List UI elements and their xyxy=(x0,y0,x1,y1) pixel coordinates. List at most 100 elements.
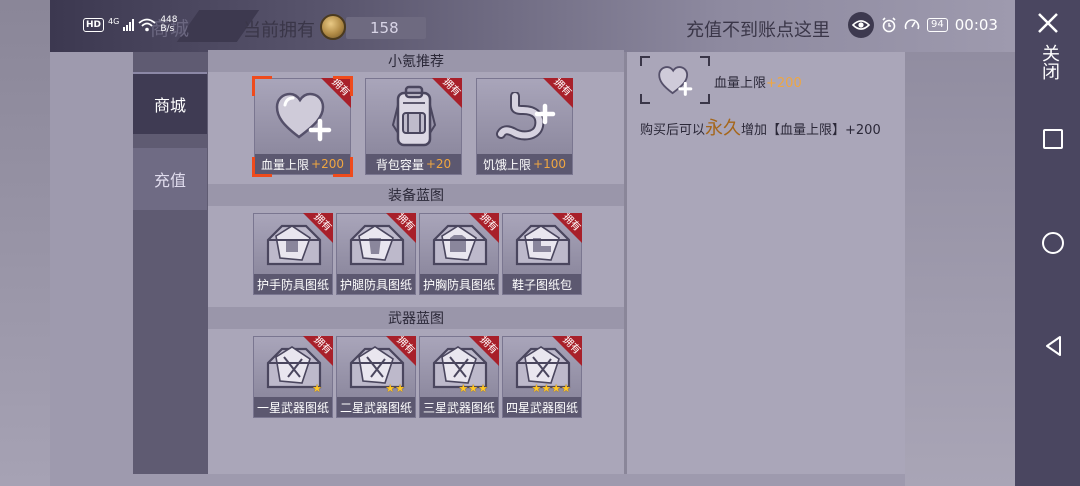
item-label: 鞋子图纸包 xyxy=(503,274,581,294)
star-icon: ★ xyxy=(551,382,562,395)
sidebar-item-recharge[interactable]: 充值 xyxy=(133,148,207,210)
item-label: 四星武器图纸 xyxy=(503,397,581,417)
shop-item-backpack[interactable]: 背包容量 +20 拥有 xyxy=(365,78,462,175)
shop-item-shoe-blueprint[interactable]: 鞋子图纸包 拥有 xyxy=(502,213,582,295)
rarity-stars: ★ ★ ★ xyxy=(458,382,488,395)
coin-icon xyxy=(320,14,346,40)
rarity-stars: ★ xyxy=(312,382,322,395)
network-speed-unit: B/s xyxy=(160,24,175,34)
star-icon: ★ xyxy=(458,382,469,395)
wifi-icon xyxy=(138,18,156,32)
item-bonus: +20 xyxy=(425,157,452,171)
item-name: 饥饿上限 xyxy=(483,157,532,172)
signal-icon xyxy=(123,19,135,31)
heart-plus-icon xyxy=(658,66,693,96)
star-icon: ★ xyxy=(561,382,571,395)
back-button[interactable] xyxy=(1043,335,1065,357)
status-clock: 00:03 xyxy=(954,16,998,34)
shop-item-three-star-weapon-blueprint[interactable]: ★ ★ ★ 三星武器图纸 拥有 xyxy=(419,336,499,418)
eye-comfort-icon xyxy=(848,12,874,38)
owned-badge: 拥有 xyxy=(303,213,333,243)
star-icon: ★ xyxy=(385,382,396,395)
shop-item-four-star-weapon-blueprint[interactable]: ★ ★ ★ ★ 四星武器图纸 拥有 xyxy=(502,336,582,418)
shop-item-glove-blueprint[interactable]: 护手防具图纸 拥有 xyxy=(253,213,333,295)
section-header-equipment: 装备蓝图 xyxy=(208,184,624,206)
owned-badge-text: 拥有 xyxy=(329,78,351,99)
star-icon: ★ xyxy=(541,382,552,395)
shop-item-hunger-cap[interactable]: 饥饿上限 +100 拥有 xyxy=(476,78,573,175)
owned-badge-text: 拥有 xyxy=(394,213,416,234)
recent-apps-button[interactable] xyxy=(1043,129,1063,149)
item-name: 背包容量 xyxy=(375,157,424,172)
item-label: 护手防具图纸 xyxy=(254,274,332,294)
shop-item-leg-armor-blueprint[interactable]: 护腿防具图纸 拥有 xyxy=(336,213,416,295)
owned-badge: 拥有 xyxy=(386,213,416,243)
home-button[interactable] xyxy=(1042,232,1064,254)
alarm-icon xyxy=(882,17,896,33)
close-label[interactable]: 关闭 xyxy=(1036,44,1060,80)
owned-badge: 拥有 xyxy=(321,78,351,108)
detail-description: 购买后可以永久增加【血量上限】+200 xyxy=(640,114,881,140)
star-icon: ★ xyxy=(395,382,405,395)
star-icon: ★ xyxy=(312,382,322,395)
owned-badge-text: 拥有 xyxy=(477,336,499,357)
owned-badge: 拥有 xyxy=(543,78,573,108)
owned-badge-text: 拥有 xyxy=(440,78,462,99)
game-backdrop-right xyxy=(905,0,1015,486)
shop-item-one-star-weapon-blueprint[interactable]: ★ 一星武器图纸 拥有 xyxy=(253,336,333,418)
battery-icon: 94 xyxy=(927,18,948,32)
sidebar-item-label: 充值 xyxy=(153,171,186,190)
item-label: 三星武器图纸 xyxy=(420,397,498,417)
detail-item-name: 血量上限+200 xyxy=(714,72,802,91)
owned-badge: 拥有 xyxy=(552,336,582,366)
owned-badge-text: 拥有 xyxy=(311,336,333,357)
shop-item-two-star-weapon-blueprint[interactable]: ★ ★ 二星武器图纸 拥有 xyxy=(336,336,416,418)
item-label: 一星武器图纸 xyxy=(254,397,332,417)
section-title: 小氪推荐 xyxy=(388,54,444,70)
item-label: 背包容量 +20 xyxy=(366,154,461,174)
owned-badge-text: 拥有 xyxy=(394,336,416,357)
item-name: 鞋子图纸包 xyxy=(511,277,572,292)
star-icon: ★ xyxy=(468,382,479,395)
item-name: 血量上限 xyxy=(261,157,310,172)
game-backdrop-left xyxy=(0,0,50,486)
section-title: 装备蓝图 xyxy=(388,188,444,204)
item-name: 护胸防具图纸 xyxy=(422,277,495,292)
item-label: 血量上限 +200 xyxy=(255,154,350,174)
shop-item-chest-armor-blueprint[interactable]: 护胸防具图纸 拥有 xyxy=(419,213,499,295)
owned-badge: 拥有 xyxy=(469,213,499,243)
item-label: 护胸防具图纸 xyxy=(420,274,498,294)
detail-icon-frame xyxy=(640,56,710,104)
section-header-recommended: 小氪推荐 xyxy=(208,50,624,72)
rarity-stars: ★ ★ ★ ★ xyxy=(532,382,572,395)
owned-badge-text: 拥有 xyxy=(477,213,499,234)
item-name: 二星武器图纸 xyxy=(339,400,412,415)
owned-badge: 拥有 xyxy=(386,336,416,366)
sidebar-item-shop[interactable]: 商城 xyxy=(133,72,207,134)
item-name: 护腿防具图纸 xyxy=(339,277,412,292)
item-label: 二星武器图纸 xyxy=(337,397,415,417)
item-label: 护腿防具图纸 xyxy=(337,274,415,294)
backpack-icon xyxy=(391,85,436,146)
section-title: 武器蓝图 xyxy=(388,311,444,327)
owned-badge: 拥有 xyxy=(303,336,333,366)
owned-currency-label: 当前拥有 xyxy=(243,20,315,41)
recharge-help-link[interactable]: 充值不到账点这里 xyxy=(686,16,830,42)
item-bonus: +100 xyxy=(533,157,566,171)
star-icon: ★ xyxy=(478,382,488,395)
item-name: 四星武器图纸 xyxy=(505,400,578,415)
speedometer-icon xyxy=(904,19,920,30)
close-icon[interactable] xyxy=(1033,8,1063,38)
detail-desc-suffix: 增加【血量上限】+200 xyxy=(741,123,881,138)
status-bar-left: HD 4G 448 B/s xyxy=(83,14,178,36)
owned-badge-text: 拥有 xyxy=(551,78,573,99)
detail-name-text: 血量上限 xyxy=(714,76,767,91)
status-bar-right: 94 00:03 xyxy=(848,12,998,38)
network-type: 4G xyxy=(108,16,120,26)
shop-item-max-hp[interactable]: 血量上限 +200 拥有 xyxy=(252,76,353,177)
owned-badge-text: 拥有 xyxy=(560,336,582,357)
detail-bonus: +200 xyxy=(766,76,802,91)
rarity-stars: ★ ★ xyxy=(385,382,405,395)
owned-badge-text: 拥有 xyxy=(311,213,333,234)
owned-badge: 拥有 xyxy=(432,78,462,108)
